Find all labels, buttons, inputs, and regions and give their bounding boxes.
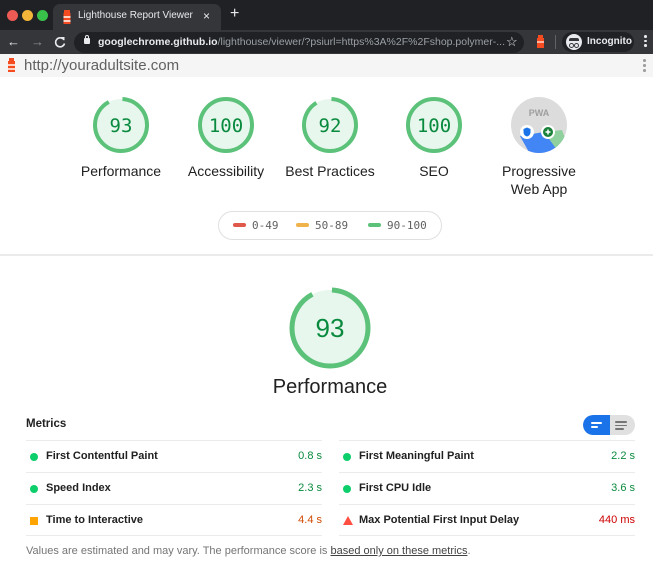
gauge-score: 100 <box>417 115 451 137</box>
report-url[interactable]: http://youradultsite.com <box>24 57 179 74</box>
gauge-ring: 93 <box>289 287 371 369</box>
average-square-icon <box>30 517 38 525</box>
gauge-label: Progressive Web App <box>484 162 594 198</box>
pass-dot-icon <box>343 485 351 493</box>
legend-item-average: 50-89 <box>296 219 348 232</box>
gauge-best-practices[interactable]: 92 Best Practices <box>275 96 385 180</box>
pwa-label-line2: Web App <box>510 181 568 197</box>
browser-menu-icon[interactable] <box>644 35 647 49</box>
section-divider <box>0 254 653 256</box>
metric-value: 3.6 s <box>611 482 635 494</box>
reload-icon <box>54 37 66 48</box>
metric-row: Max Potential First Input Delay 440 ms <box>339 504 635 536</box>
gauge-ring: 100 <box>406 97 462 153</box>
forward-button[interactable]: → <box>31 33 44 51</box>
reload-button[interactable] <box>54 33 66 53</box>
metric-value: 2.3 s <box>298 482 322 494</box>
metric-row: Time to Interactive 4.4 s <box>26 504 322 536</box>
performance-score: 93 <box>316 313 345 343</box>
incognito-badge[interactable]: Incognito <box>562 32 634 52</box>
gauge-label: Best Practices <box>285 163 375 179</box>
gauge-label: Performance <box>80 163 162 179</box>
performance-gauge: 93 Performance <box>250 286 410 399</box>
toggle-compact-view[interactable] <box>583 415 610 435</box>
legend-swatch <box>296 223 309 227</box>
metrics-view-toggle[interactable] <box>583 415 635 435</box>
gauge-score: 93 <box>110 115 133 137</box>
legend-item-pass: 90-100 <box>368 219 427 232</box>
metrics-heading: Metrics <box>26 418 67 430</box>
report-menu-icon[interactable] <box>643 59 646 74</box>
lighthouse-logo-icon <box>8 58 15 72</box>
metric-name: First Meaningful Paint <box>359 450 474 462</box>
metric-value: 440 ms <box>598 514 635 526</box>
metric-value: 0.8 s <box>298 450 322 462</box>
lock-icon <box>84 35 90 44</box>
report-topbar: http://youradultsite.com <box>0 54 653 77</box>
metric-name: First Contentful Paint <box>46 450 158 462</box>
gauge-ring: 92 <box>302 97 358 153</box>
metric-name: Max Potential First Input Delay <box>359 514 520 526</box>
metric-row: Speed Index 2.3 s <box>26 472 322 504</box>
metric-value: 4.4 s <box>298 514 322 526</box>
pwa-badge-text: PWA <box>529 108 550 118</box>
metric-row: First Meaningful Paint 2.2 s <box>339 440 635 472</box>
address-bar[interactable]: googlechrome.github.io/lighthouse/viewer… <box>74 32 524 53</box>
tab-close-icon[interactable]: × <box>203 8 210 24</box>
incognito-label: Incognito <box>587 36 632 47</box>
score-legend: 0-49 50-89 90-100 <box>218 211 442 240</box>
metric-name: First CPU Idle <box>359 482 432 494</box>
gauge-seo[interactable]: 100 SEO <box>379 96 489 180</box>
pwa-badge-icon: PWA <box>511 97 567 153</box>
browser-tab[interactable]: Lighthouse Report Viewer × <box>53 4 221 30</box>
pwa-label-line1: Progressive <box>502 163 576 179</box>
back-button[interactable]: ← <box>7 33 20 51</box>
metrics-footnote: Values are estimated and may vary. The p… <box>26 545 471 557</box>
pass-dot-icon <box>30 485 38 493</box>
gauge-score: 100 <box>209 115 243 137</box>
toolbar-separator <box>555 35 556 49</box>
lighthouse-icon <box>63 10 71 24</box>
gauge-accessibility[interactable]: 100 Accessibility <box>171 96 281 180</box>
address-url[interactable]: googlechrome.github.io/lighthouse/viewer… <box>98 36 505 48</box>
gauge-score: 92 <box>319 115 342 137</box>
incognito-icon <box>566 34 582 50</box>
lighthouse-extension-icon[interactable] <box>536 35 545 48</box>
metric-row: First CPU Idle 3.6 s <box>339 472 635 504</box>
close-window-button[interactable] <box>7 10 18 21</box>
browser-toolbar: ← → googlechrome.github.io/lighthouse/vi… <box>0 30 653 54</box>
bookmark-star-icon[interactable]: ☆ <box>506 34 518 50</box>
metric-name: Speed Index <box>46 482 111 494</box>
score-calculation-link[interactable]: based only on these metrics <box>330 545 467 557</box>
gauge-pwa[interactable]: PWA Progressive Web App <box>484 96 594 198</box>
tab-title: Lighthouse Report Viewer <box>78 10 193 21</box>
fail-triangle-icon <box>343 516 353 525</box>
maximize-window-button[interactable] <box>37 10 48 21</box>
gauge-label: Accessibility <box>187 163 265 179</box>
pass-dot-icon <box>343 453 351 461</box>
performance-title: Performance <box>272 376 388 398</box>
browser-tabstrip: Lighthouse Report Viewer × + <box>0 0 653 30</box>
gauge-performance[interactable]: 93 Performance <box>66 96 176 180</box>
gauge-ring: 100 <box>198 97 254 153</box>
metric-name: Time to Interactive <box>46 514 143 526</box>
legend-item-fail: 0-49 <box>233 219 279 232</box>
gauge-ring: 93 <box>93 97 149 153</box>
minimize-window-button[interactable] <box>22 10 33 21</box>
metric-value: 2.2 s <box>611 450 635 462</box>
gauge-label: SEO <box>419 163 449 179</box>
metric-row: First Contentful Paint 0.8 s <box>26 440 322 472</box>
legend-swatch <box>233 223 246 227</box>
legend-swatch <box>368 223 381 227</box>
new-tab-button[interactable]: + <box>230 5 239 23</box>
pass-dot-icon <box>30 453 38 461</box>
